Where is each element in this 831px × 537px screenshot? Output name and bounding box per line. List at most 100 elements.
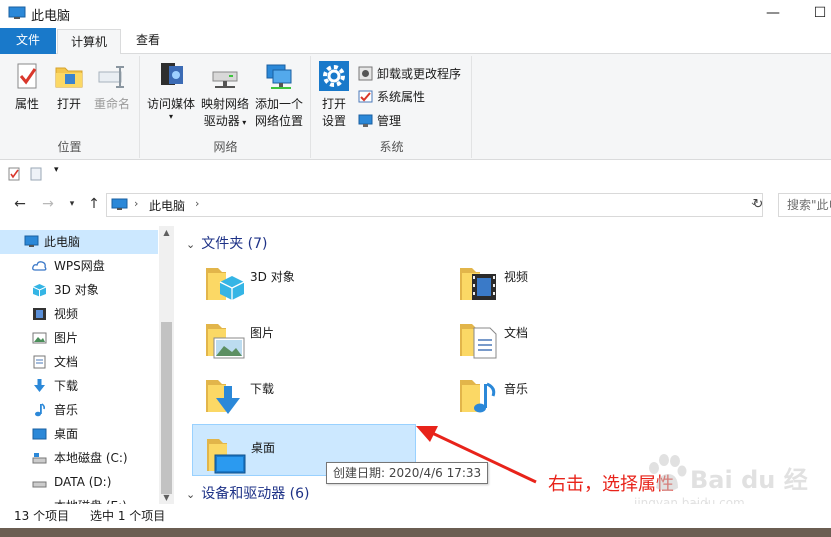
drive-icon [32, 481, 47, 488]
access-media-button[interactable]: 访问媒体 ▾ [145, 60, 197, 121]
folder-label: 图片 [250, 326, 275, 340]
nav-item-drive-c[interactable]: 本地磁盘 (C:) [0, 446, 158, 470]
add-location-label-2: 网络位置 [254, 114, 303, 128]
address-bar[interactable]: › 此电脑 › ⌄ [106, 193, 763, 217]
scrollbar-thumb[interactable] [161, 322, 172, 494]
desktop-background-strip [0, 528, 831, 537]
watermark-paw-icon [649, 454, 687, 491]
chevron-down-icon[interactable]: ⌄ [186, 238, 195, 251]
scroll-up-icon[interactable]: ▲ [159, 228, 174, 237]
open-label: 打开 [56, 97, 81, 111]
folder-open-icon [55, 67, 83, 88]
nav-item-videos[interactable]: 视频 [0, 302, 158, 326]
navigation-scrollbar[interactable]: ▲ ▼ [159, 226, 174, 504]
folder-pictures-icon [206, 324, 245, 359]
chevron-down-icon[interactable]: ⌄ [186, 488, 195, 501]
refresh-icon[interactable]: ↻ [748, 193, 768, 217]
desktop-icon [32, 428, 47, 440]
media-icon [161, 63, 183, 85]
ribbon-group-location: 属性 打开 重命名 位置 [0, 56, 140, 158]
up-arrow-icon[interactable]: ↑ [84, 194, 104, 214]
folder-label: 桌面 [251, 441, 276, 455]
folder-music[interactable]: 音乐 [446, 366, 670, 418]
breadcrumb-this-pc[interactable]: 此电脑 [149, 197, 185, 214]
nav-item-this-pc[interactable]: 此电脑 [0, 230, 158, 254]
customize-toolbar-icon[interactable]: ▾ [54, 165, 59, 175]
status-item-count: 13 个项目 [14, 509, 70, 523]
ribbon: 属性 打开 重命名 位置 访问媒体 ▾ 映射网络 驱动器 ▾ 添加一个 网络位置… [0, 54, 831, 160]
rename-label: 重命名 [93, 97, 130, 111]
annotation-arrow-icon [416, 426, 537, 484]
properties-small-icon[interactable] [8, 167, 20, 184]
window-title: 此电脑 [31, 9, 71, 24]
cloud-icon [32, 261, 47, 271]
properties-button[interactable]: 属性 [8, 60, 46, 113]
new-folder-small-icon[interactable] [30, 167, 42, 184]
group-label-network: 网络 [213, 140, 238, 154]
nav-item-pictures[interactable]: 图片 [0, 326, 158, 350]
recent-locations-icon[interactable]: ▾ [62, 194, 82, 214]
dropdown-arrow-icon: ▾ [168, 112, 173, 121]
nav-item-downloads[interactable]: 下载 [0, 374, 158, 398]
nav-item-documents[interactable]: 文档 [0, 350, 158, 374]
open-settings-button[interactable]: 打开 设置 [316, 60, 352, 130]
search-input[interactable]: 搜索"此电脑" [778, 193, 831, 217]
open-button[interactable]: 打开 [52, 60, 86, 113]
rename-button[interactable]: 重命名 [90, 60, 134, 113]
forward-arrow-icon[interactable]: → [38, 194, 58, 214]
back-arrow-icon[interactable]: ← [10, 194, 30, 214]
picture-icon [32, 332, 47, 344]
maximize-button[interactable]: ☐ [800, 2, 831, 24]
folders-section-header[interactable]: ⌄ 文件夹 (7) [186, 233, 268, 253]
group-label-location: 位置 [57, 140, 82, 154]
nav-item-music[interactable]: 音乐 [0, 398, 158, 422]
network-location-icon [266, 64, 292, 89]
nav-item-drive-d[interactable]: DATA (D:) [0, 470, 158, 494]
tab-view[interactable]: 查看 [124, 28, 172, 54]
folder-label: 音乐 [504, 382, 529, 396]
system-properties-button[interactable]: 系统属性 [358, 87, 425, 109]
folder-videos[interactable]: 视频 [446, 254, 670, 306]
folder-downloads[interactable]: 下载 [192, 366, 416, 418]
folder-pictures[interactable]: 图片 [192, 310, 416, 362]
uninstall-label: 卸载或更改程序 [377, 67, 462, 81]
folder-videos-icon [460, 268, 496, 300]
quick-access-toolbar: ▾ [0, 161, 831, 187]
folder-documents[interactable]: 文档 [446, 310, 670, 362]
folder-desktop-icon [207, 439, 246, 474]
group-label-system: 系统 [379, 140, 404, 154]
nav-item-desktop[interactable]: 桌面 [0, 422, 158, 446]
settings-gear-icon [319, 61, 349, 91]
folder-3d-objects[interactable]: 3D 对象 [192, 254, 416, 306]
nav-item-wps-cloud[interactable]: WPS网盘 [0, 254, 158, 278]
video-icon [33, 308, 46, 320]
tab-computer[interactable]: 计算机 [57, 29, 121, 55]
manage-button[interactable]: 管理 [358, 111, 401, 133]
folder-label: 下载 [250, 382, 275, 396]
ribbon-group-network: 访问媒体 ▾ 映射网络 驱动器 ▾ 添加一个 网络位置 网络 [141, 56, 311, 158]
uninstall-program-button[interactable]: 卸载或更改程序 [358, 64, 461, 86]
ribbon-tabs: 文件 计算机 查看 [0, 28, 831, 55]
map-drive-button[interactable]: 映射网络 驱动器 ▾ [199, 60, 251, 131]
breadcrumb-separator-icon[interactable]: › [134, 197, 138, 210]
map-drive-label-2: 驱动器 [203, 114, 240, 128]
nav-item-drive-e[interactable]: 本地磁盘 (E:) [0, 494, 158, 504]
folder-label: 文档 [504, 326, 529, 340]
drive-icon [32, 453, 47, 464]
folder-label: 视频 [504, 270, 529, 284]
status-bar: 13 个项目 选中 1 个项目 [0, 504, 831, 528]
rename-icon [98, 66, 124, 88]
add-network-location-button[interactable]: 添加一个 网络位置 [251, 60, 307, 130]
properties-icon [17, 63, 37, 89]
folder-label: 3D 对象 [250, 270, 295, 284]
devices-section-header[interactable]: ⌄ 设备和驱动器 (6) [186, 483, 310, 503]
tab-file[interactable]: 文件 [0, 28, 56, 54]
breadcrumb-separator-icon[interactable]: › [195, 197, 199, 210]
nav-item-3d-objects[interactable]: 3D 对象 [0, 278, 158, 302]
minimize-button[interactable]: — [753, 2, 793, 24]
folder-3d-objects-icon [206, 268, 245, 300]
open-settings-label-2: 设置 [321, 114, 346, 128]
properties-label: 属性 [14, 97, 39, 111]
scroll-down-icon[interactable]: ▼ [159, 493, 174, 502]
add-location-label-1: 添加一个 [254, 97, 303, 111]
